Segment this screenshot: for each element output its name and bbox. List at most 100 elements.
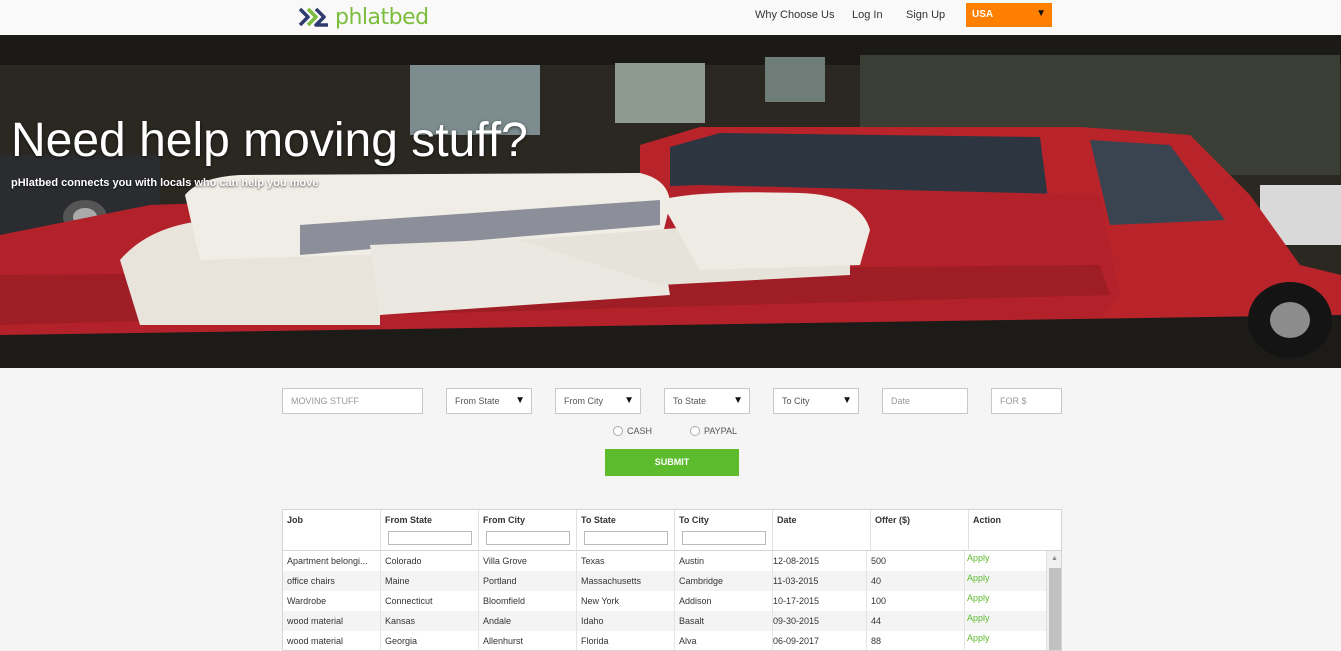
table-row[interactable]: wood material Kansas Andale Idaho Basalt… xyxy=(283,611,1046,631)
to-city-select[interactable]: To City ▼ xyxy=(773,388,859,414)
cell-to-city: Addison xyxy=(675,591,773,611)
cell-date: 11-03-2015 xyxy=(769,571,867,591)
payment-paypal-label: PAYPAL xyxy=(704,426,738,436)
caret-down-icon: ▼ xyxy=(515,395,525,406)
from-state-value: From State xyxy=(455,396,500,406)
apply-link[interactable]: Apply xyxy=(963,551,1046,571)
payment-paypal-radio[interactable]: PAYPAL xyxy=(690,426,737,436)
column-header-to-state: To State xyxy=(577,510,675,551)
apply-link[interactable]: Apply xyxy=(963,611,1046,631)
table-header: Job From State From City To State To Cit… xyxy=(283,510,1061,551)
top-navbar: phlatbed Why Choose Us Log In Sign Up US… xyxy=(0,0,1341,35)
cell-to-state: Florida xyxy=(577,631,675,650)
cell-offer: 44 xyxy=(867,611,965,631)
cell-from-city: Villa Grove xyxy=(479,551,577,571)
cell-from-city: Bloomfield xyxy=(479,591,577,611)
table-row[interactable]: Wardrobe Connecticut Bloomfield New York… xyxy=(283,591,1046,611)
hero-banner: Need help moving stuff? pHlatbed connect… xyxy=(0,35,1341,368)
to-city-filter-input[interactable] xyxy=(682,531,766,545)
logo[interactable]: phlatbed xyxy=(297,3,429,31)
column-header-label: To State xyxy=(581,515,616,525)
date-placeholder: Date xyxy=(891,396,911,406)
table-scrollbar[interactable]: ▲ xyxy=(1046,551,1061,650)
payment-cash-radio[interactable]: CASH xyxy=(613,426,652,436)
submit-button[interactable]: SUBMIT xyxy=(605,449,739,476)
column-header-date: Date xyxy=(773,510,871,551)
cell-date: 06-09-2017 xyxy=(769,631,867,650)
column-header-label: To City xyxy=(679,515,709,525)
from-city-value: From City xyxy=(564,396,603,406)
country-value: USA xyxy=(972,9,994,20)
cell-date: 12-08-2015 xyxy=(769,551,867,571)
phlatbed-logo-icon xyxy=(298,7,328,27)
from-city-select[interactable]: From City ▼ xyxy=(555,388,641,414)
price-input[interactable]: FOR $ xyxy=(991,388,1062,414)
apply-link[interactable]: Apply xyxy=(963,591,1046,611)
cell-to-city: Cambridge xyxy=(675,571,773,591)
cell-from-state: Maine xyxy=(381,571,479,591)
to-state-filter-input[interactable] xyxy=(584,531,668,545)
cell-to-city: Basalt xyxy=(675,611,773,631)
column-header-label: From State xyxy=(385,515,433,525)
cell-to-state: Idaho xyxy=(577,611,675,631)
cell-offer: 500 xyxy=(867,551,965,571)
caret-down-icon: ▼ xyxy=(624,395,634,406)
apply-link[interactable]: Apply xyxy=(963,631,1046,650)
radio-circle[interactable] xyxy=(690,426,700,436)
cell-from-city: Portland xyxy=(479,571,577,591)
table-row[interactable]: Apartment belongi... Colorado Villa Grov… xyxy=(283,551,1046,571)
country-select[interactable]: USA ▼ xyxy=(966,3,1052,27)
cell-from-city: Allenhurst xyxy=(479,631,577,650)
apply-link[interactable]: Apply xyxy=(963,571,1046,591)
cell-job: wood material xyxy=(283,611,381,631)
nav-sign-up[interactable]: Sign Up xyxy=(906,9,945,21)
date-input[interactable]: Date xyxy=(882,388,968,414)
scrollbar-thumb[interactable] xyxy=(1049,568,1061,650)
column-header-label: Offer ($) xyxy=(875,515,911,525)
column-header-label: Job xyxy=(287,515,304,525)
payment-cash-label: CASH xyxy=(627,426,653,436)
column-header-from-state: From State xyxy=(381,510,479,551)
caret-down-icon: ▼ xyxy=(842,395,852,406)
to-state-select[interactable]: To State ▼ xyxy=(664,388,750,414)
moving-item-input[interactable]: MOVING STUFF xyxy=(282,388,423,414)
cell-from-state: Connecticut xyxy=(381,591,479,611)
cell-to-state: Texas xyxy=(577,551,675,571)
cell-job: Wardrobe xyxy=(283,591,381,611)
moving-item-placeholder: MOVING STUFF xyxy=(291,396,359,406)
nav-log-in[interactable]: Log In xyxy=(852,9,883,21)
column-header-action: Action xyxy=(969,510,1061,551)
hero-headline: Need help moving stuff? xyxy=(11,114,528,167)
cell-job: Apartment belongi... xyxy=(283,551,381,571)
cell-to-state: New York xyxy=(577,591,675,611)
from-state-filter-input[interactable] xyxy=(388,531,472,545)
cell-from-state: Kansas xyxy=(381,611,479,631)
nav-why-choose-us[interactable]: Why Choose Us xyxy=(755,9,834,21)
column-header-to-city: To City xyxy=(675,510,773,551)
from-state-select[interactable]: From State ▼ xyxy=(446,388,532,414)
hero-subline: pHlatbed connects you with locals who ca… xyxy=(11,177,319,189)
cell-offer: 100 xyxy=(867,591,965,611)
from-city-filter-input[interactable] xyxy=(486,531,570,545)
price-placeholder: FOR $ xyxy=(1000,396,1027,406)
cell-job: office chairs xyxy=(283,571,381,591)
jobs-table: Job From State From City To State To Cit… xyxy=(282,509,1062,651)
radio-circle[interactable] xyxy=(613,426,623,436)
column-header-offer: Offer ($) xyxy=(871,510,969,551)
scroll-up-icon[interactable]: ▲ xyxy=(1051,555,1058,562)
to-state-value: To State xyxy=(673,396,707,406)
cell-offer: 88 xyxy=(867,631,965,650)
hero-truck-image xyxy=(0,35,1341,368)
to-city-value: To City xyxy=(782,396,810,406)
caret-down-icon: ▼ xyxy=(1036,8,1046,19)
cell-date: 09-30-2015 xyxy=(769,611,867,631)
column-header-job: Job xyxy=(283,510,381,551)
column-header-label: Action xyxy=(973,515,1001,525)
column-header-label: Date xyxy=(777,515,797,525)
column-header-from-city: From City xyxy=(479,510,577,551)
table-row[interactable]: office chairs Maine Portland Massachuset… xyxy=(283,571,1046,591)
cell-to-city: Alva xyxy=(675,631,773,650)
column-header-label: From City xyxy=(483,515,526,525)
cell-offer: 40 xyxy=(867,571,965,591)
table-row[interactable]: wood material Georgia Allenhurst Florida… xyxy=(283,631,1046,650)
